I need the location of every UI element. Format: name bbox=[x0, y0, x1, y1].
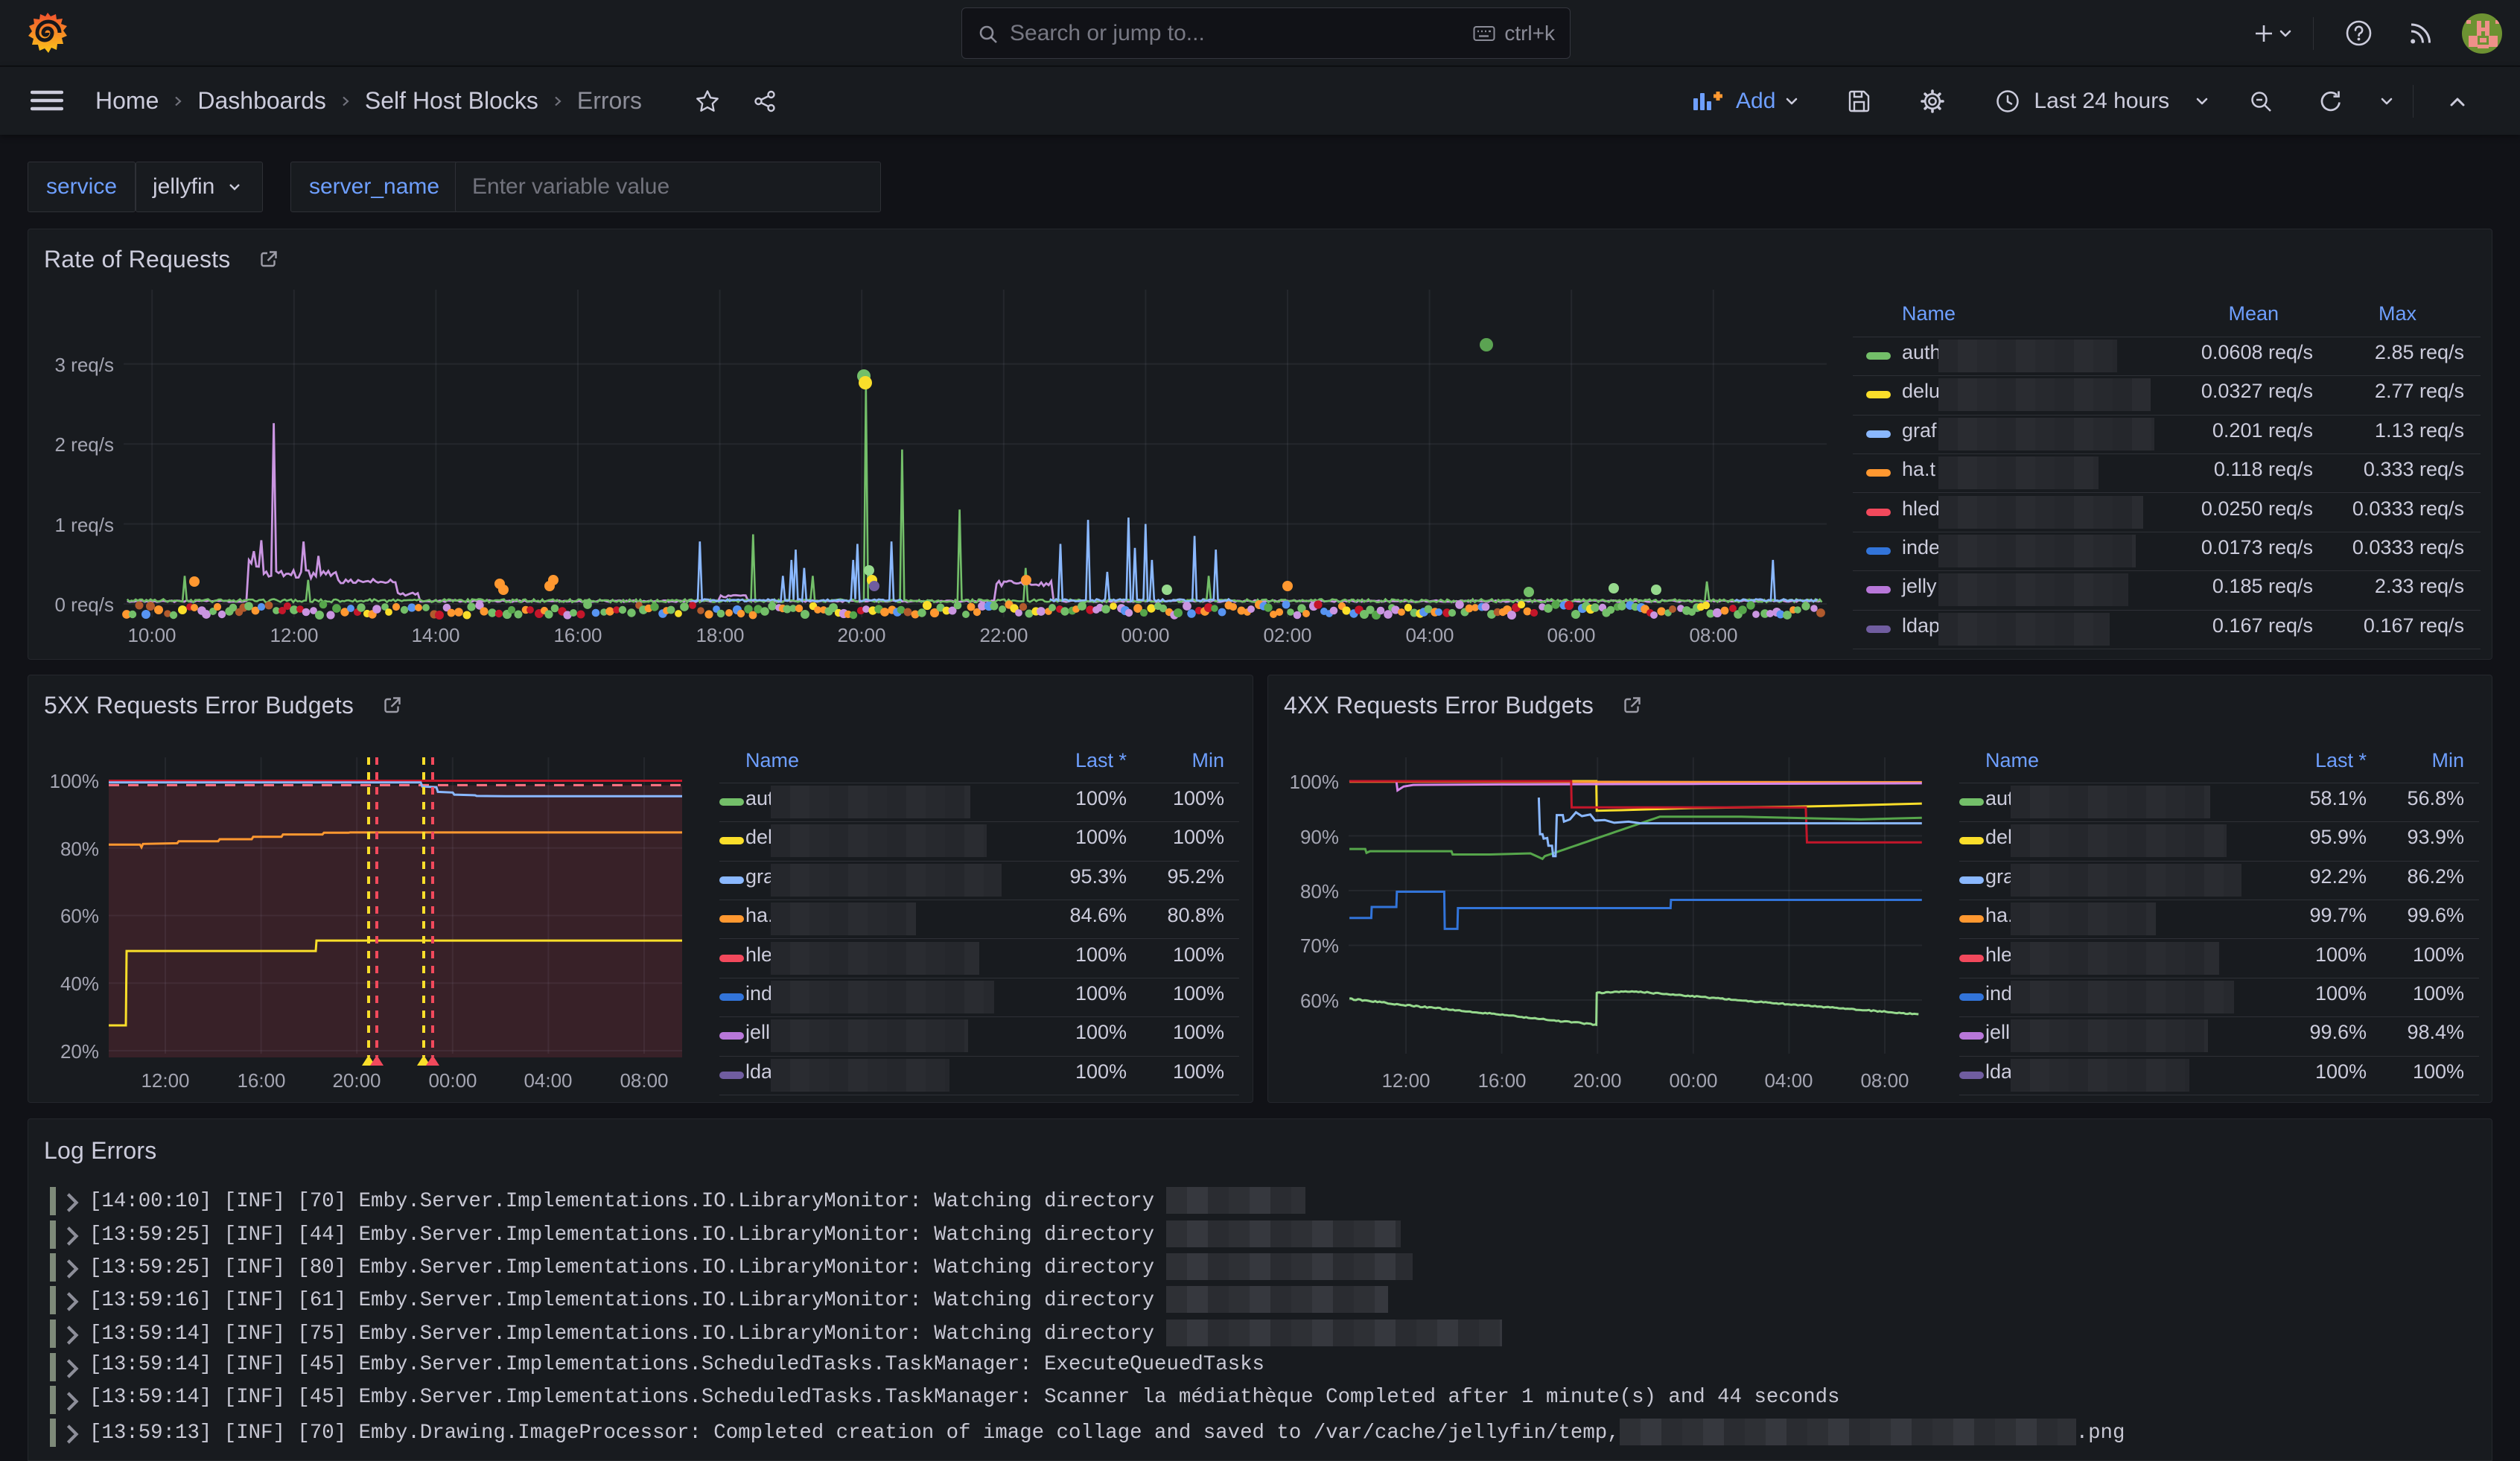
svg-text:2 req/s: 2 req/s bbox=[55, 433, 115, 456]
svg-text:12:00: 12:00 bbox=[141, 1069, 189, 1092]
svg-text:14:00: 14:00 bbox=[411, 624, 459, 646]
svg-text:08:00: 08:00 bbox=[620, 1069, 668, 1092]
svg-text:12:00: 12:00 bbox=[1381, 1069, 1430, 1092]
svg-text:20%: 20% bbox=[60, 1040, 99, 1063]
svg-text:1 req/s: 1 req/s bbox=[55, 514, 115, 536]
svg-text:0 req/s: 0 req/s bbox=[55, 593, 115, 616]
svg-text:90%: 90% bbox=[1300, 826, 1339, 848]
svg-text:02:00: 02:00 bbox=[1263, 624, 1311, 646]
svg-text:00:00: 00:00 bbox=[428, 1069, 477, 1092]
svg-text:00:00: 00:00 bbox=[1121, 624, 1169, 646]
svg-text:60%: 60% bbox=[1300, 990, 1339, 1012]
svg-text:80%: 80% bbox=[1300, 880, 1339, 903]
svg-text:22:00: 22:00 bbox=[979, 624, 1028, 646]
svg-text:10:00: 10:00 bbox=[127, 624, 176, 646]
svg-text:16:00: 16:00 bbox=[553, 624, 602, 646]
svg-text:04:00: 04:00 bbox=[1405, 624, 1454, 646]
svg-text:16:00: 16:00 bbox=[237, 1069, 285, 1092]
svg-text:3 req/s: 3 req/s bbox=[55, 354, 115, 376]
svg-text:20:00: 20:00 bbox=[332, 1069, 381, 1092]
svg-text:80%: 80% bbox=[60, 838, 99, 860]
svg-text:70%: 70% bbox=[1300, 935, 1339, 957]
svg-text:20:00: 20:00 bbox=[837, 624, 885, 646]
svg-text:18:00: 18:00 bbox=[696, 624, 744, 646]
svg-text:08:00: 08:00 bbox=[1689, 624, 1737, 646]
svg-text:08:00: 08:00 bbox=[1860, 1069, 1909, 1092]
svg-text:100%: 100% bbox=[1290, 771, 1340, 793]
svg-text:04:00: 04:00 bbox=[524, 1069, 572, 1092]
svg-text:12:00: 12:00 bbox=[270, 624, 318, 646]
svg-text:40%: 40% bbox=[60, 973, 99, 995]
svg-text:20:00: 20:00 bbox=[1573, 1069, 1621, 1092]
svg-text:100%: 100% bbox=[50, 770, 100, 792]
svg-text:04:00: 04:00 bbox=[1764, 1069, 1813, 1092]
svg-text:16:00: 16:00 bbox=[1477, 1069, 1526, 1092]
svg-text:60%: 60% bbox=[60, 905, 99, 927]
svg-text:06:00: 06:00 bbox=[1547, 624, 1595, 646]
svg-text:00:00: 00:00 bbox=[1669, 1069, 1717, 1092]
